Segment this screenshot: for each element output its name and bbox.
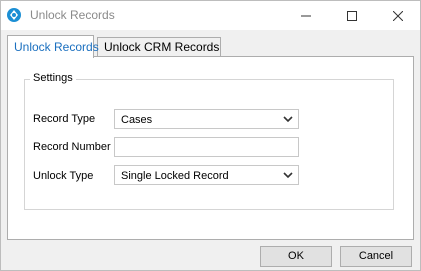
maximize-icon — [346, 10, 357, 21]
minimize-button[interactable] — [283, 1, 328, 30]
record-type-dropdown[interactable]: Cases — [114, 109, 299, 129]
close-button[interactable] — [375, 1, 420, 30]
ok-button[interactable]: OK — [260, 246, 332, 267]
unlock-type-dropdown[interactable]: Single Locked Record — [114, 165, 299, 185]
close-icon — [392, 10, 403, 21]
unlock-type-value: Single Locked Record — [121, 170, 229, 182]
settings-legend: Settings — [30, 72, 76, 84]
app-logo-icon — [6, 7, 22, 23]
tab-unlock-crm-records[interactable]: Unlock CRM Records — [97, 37, 221, 57]
record-type-value: Cases — [121, 114, 153, 126]
cancel-button[interactable]: Cancel — [340, 246, 412, 267]
minimize-icon — [300, 15, 311, 16]
title-bar[interactable]: Unlock Records — [1, 1, 420, 30]
unlock-type-label: Unlock Type — [33, 170, 94, 182]
record-number-input[interactable] — [114, 137, 299, 157]
tab-panel: Settings Record Type Cases Record Number… — [7, 56, 414, 240]
maximize-button[interactable] — [329, 1, 374, 30]
window-title: Unlock Records — [30, 8, 115, 22]
record-number-label: Record Number — [33, 141, 111, 153]
tab-unlock-records[interactable]: Unlock Records — [7, 35, 99, 58]
chevron-down-icon — [283, 172, 293, 179]
record-type-label: Record Type — [33, 113, 96, 125]
chevron-down-icon — [283, 116, 293, 123]
unlock-records-dialog: Unlock Records Unlock Records Unlock CRM… — [0, 0, 421, 271]
